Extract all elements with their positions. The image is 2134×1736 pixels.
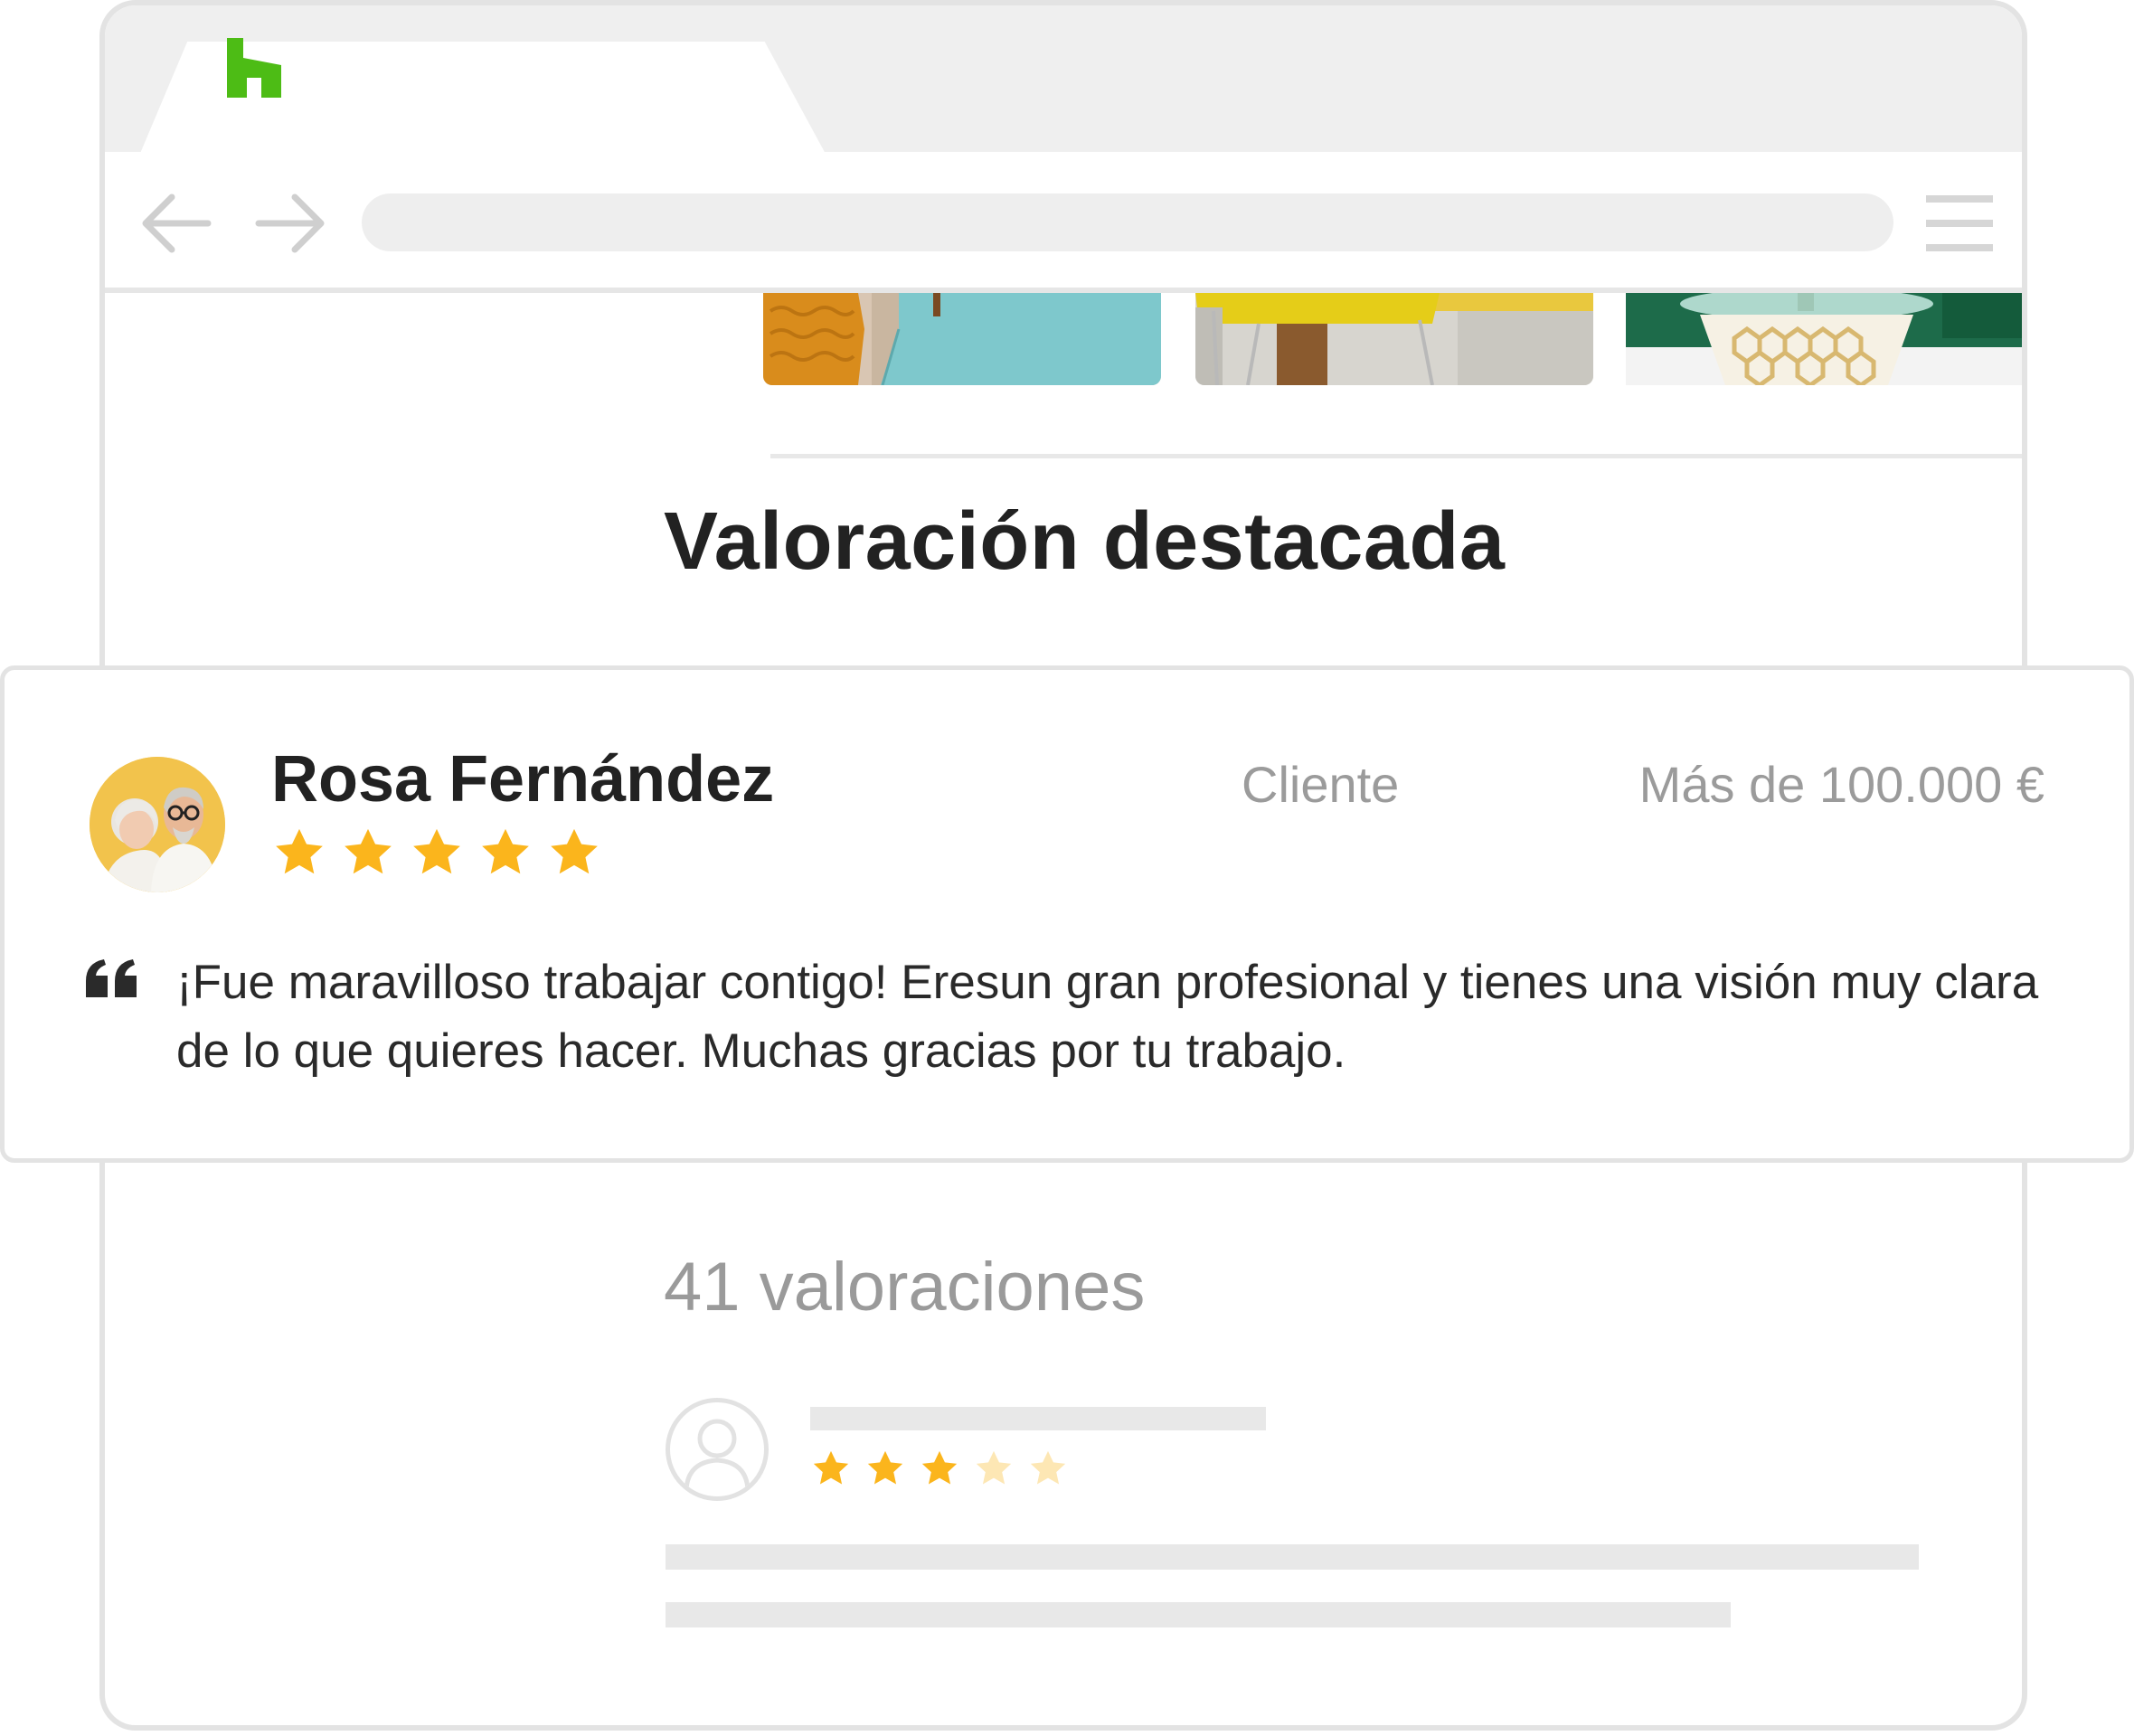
star-icon — [921, 1450, 958, 1485]
star-empty-icon — [976, 1450, 1012, 1485]
star-icon — [345, 828, 392, 874]
review-rating — [271, 826, 602, 882]
section-divider — [770, 454, 2022, 458]
placeholder-name-line — [810, 1407, 1266, 1430]
address-bar[interactable] — [362, 193, 1893, 251]
quote-icon — [86, 959, 137, 997]
reviewer-role: Cliente — [1242, 756, 1400, 813]
placeholder-text-line — [666, 1602, 1731, 1628]
placeholder-rating — [810, 1448, 1069, 1490]
review-text: ¡Fue maravilloso trabajar contigo! Eresu… — [176, 956, 2039, 1078]
tab-bar — [105, 5, 2022, 156]
star-icon — [276, 828, 323, 874]
featured-review-card: Rosa Fernández Cliente Más de 100.000 € … — [0, 665, 2134, 1163]
project-budget: Más de 100.000 € — [1638, 756, 2044, 813]
project-photo[interactable] — [763, 293, 1161, 385]
page-title: Valoración destacada — [664, 496, 1506, 587]
star-icon — [551, 828, 598, 874]
browser-toolbar — [105, 152, 2022, 293]
hamburger-menu-icon[interactable] — [1926, 195, 1993, 251]
reviewer-name[interactable]: Rosa Fernández — [271, 742, 774, 816]
placeholder-text-line — [666, 1544, 1919, 1570]
reviews-count[interactable]: 41 valoraciones — [664, 1248, 1145, 1326]
star-empty-icon — [1030, 1450, 1066, 1485]
arrow-left-icon[interactable] — [139, 192, 212, 255]
user-placeholder-icon — [666, 1398, 769, 1501]
project-photo[interactable] — [1626, 293, 2024, 385]
star-icon — [482, 828, 529, 874]
star-icon — [813, 1450, 849, 1485]
star-icon — [867, 1450, 903, 1485]
arrow-right-icon[interactable] — [255, 192, 327, 255]
avatar — [90, 757, 225, 892]
houzz-logo-icon — [227, 38, 281, 98]
star-icon — [413, 828, 460, 874]
project-photo[interactable] — [1195, 293, 1593, 385]
